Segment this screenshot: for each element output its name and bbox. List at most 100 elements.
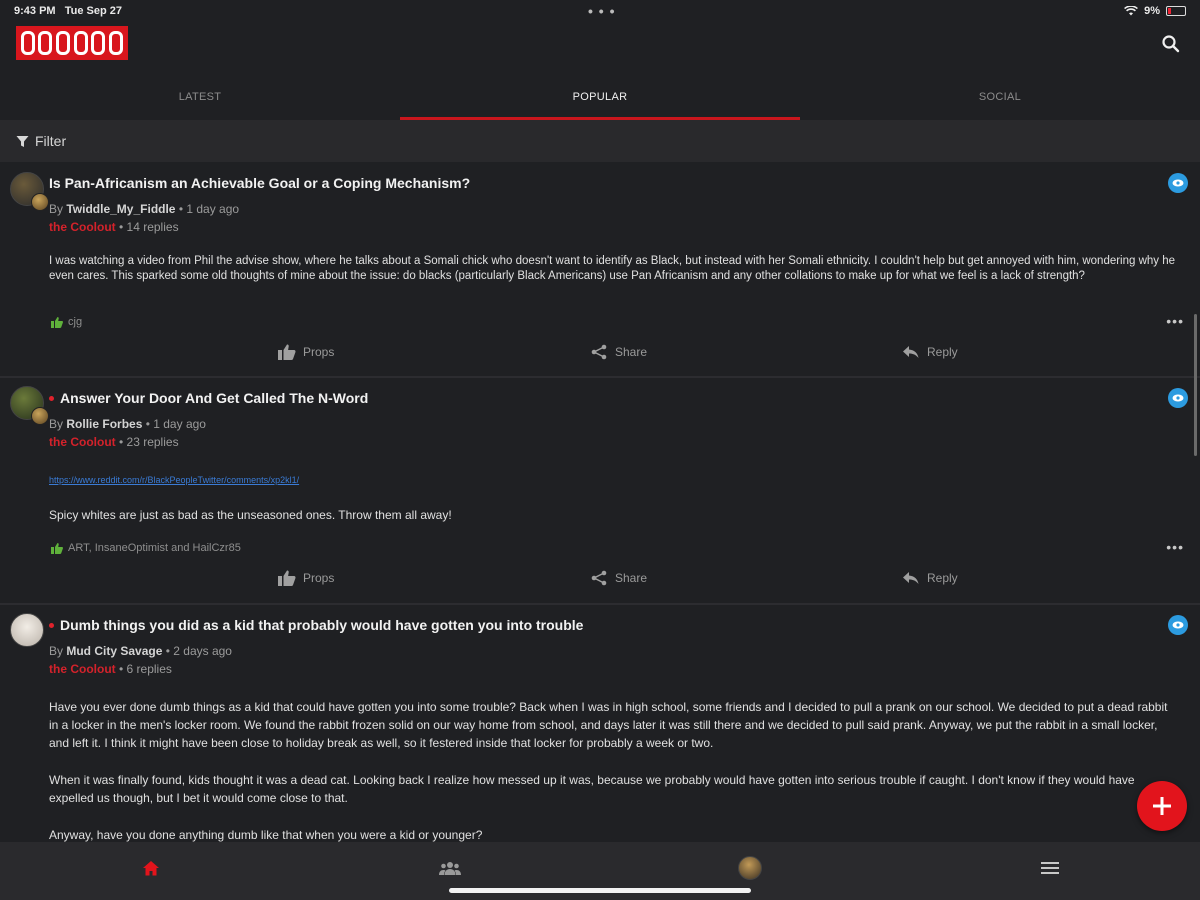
home-icon [143,861,159,876]
share-label: Share [615,345,648,359]
by-label: By [49,417,64,431]
avatar-badge [31,407,49,425]
status-date: Tue Sep 27 [64,5,123,17]
reply-count: • 14 replies [119,220,179,234]
logo-digit [38,31,53,55]
reply-count: • 23 replies [119,435,179,449]
props-line[interactable]: ART, InsaneOptimist and HailCzr85 [51,542,241,554]
tab-popular[interactable]: POPULAR [400,80,800,120]
eye-icon [1172,179,1184,187]
post-card[interactable]: Is Pan-Africanism an Achievable Goal or … [0,164,1200,378]
post-age: • 1 day ago [178,202,240,216]
group-name[interactable]: the Coolout [49,220,116,234]
more-options-button[interactable]: ••• [1166,539,1184,555]
post-title-text: Is Pan-Africanism an Achievable Goal or … [49,175,471,191]
share-label: Share [615,571,648,585]
unread-badge [1168,173,1188,193]
filter-label: Filter [35,133,67,149]
tab-social[interactable]: SOCIAL [800,80,1200,120]
post-actions: Props Share Reply [0,570,1200,594]
eye-icon [1172,621,1184,629]
post-body: Spicy whites are just as bad as the unse… [49,508,452,522]
thumbs-up-icon [51,316,63,328]
avatar[interactable] [10,613,44,647]
nav-menu[interactable] [1038,856,1062,880]
nav-groups[interactable] [438,856,462,880]
reply-label: Reply [927,345,958,359]
post-meta: By Rollie Forbes • 1 day ago [49,417,206,431]
nav-home[interactable] [139,856,163,880]
battery-percent: 9% [1144,5,1160,17]
post-card[interactable]: Dumb things you did as a kid that probab… [0,605,1200,842]
post-title[interactable]: Is Pan-Africanism an Achievable Goal or … [49,175,470,191]
share-button[interactable]: Share [590,570,647,586]
by-label: By [49,644,64,658]
post-title-text: Dumb things you did as a kid that probab… [60,617,584,633]
post-title[interactable]: Answer Your Door And Get Called The N-Wo… [49,390,368,406]
battery-icon [1166,6,1186,16]
post-actions: Props Share Reply [0,344,1200,368]
multitask-dots-icon[interactable]: • • • [588,3,615,19]
props-label: Props [303,345,335,359]
reply-icon [903,346,919,358]
post-title-text: Answer Your Door And Get Called The N-Wo… [60,390,369,406]
logo-digit [73,31,88,55]
avatar[interactable] [10,172,49,211]
search-icon [1162,35,1180,53]
wifi-icon [1124,6,1139,16]
hamburger-menu-icon [1041,862,1059,874]
props-button[interactable]: Props [278,570,334,586]
post-age: • 1 day ago [145,417,206,431]
reply-button[interactable]: Reply [902,570,958,586]
post-body-paragraph: Have you ever done dumb things as a kid … [49,700,1168,750]
reply-label: Reply [927,571,958,585]
props-users: cjg [68,316,83,328]
logo-digit [109,31,124,55]
share-button[interactable]: Share [590,344,647,360]
status-right: 9% [1124,5,1186,17]
props-users: ART, InsaneOptimist and HailCzr85 [68,542,241,554]
post-age: • 2 days ago [165,644,232,658]
props-button[interactable]: Props [278,344,334,360]
post-body: I was watching a video from Phil the adv… [49,255,1176,282]
share-icon [591,570,607,586]
scrollbar[interactable] [1194,314,1197,456]
post-meta: By Mud City Savage • 2 days ago [49,644,232,658]
by-label: By [49,202,64,216]
search-button[interactable] [1160,33,1182,55]
logo-digit [20,31,35,55]
more-options-button[interactable]: ••• [1166,313,1184,329]
post-title[interactable]: Dumb things you did as a kid that probab… [49,617,583,633]
post-feed[interactable]: Is Pan-Africanism an Achievable Goal or … [0,164,1200,842]
author-name[interactable]: Rollie Forbes [66,417,142,431]
post-card[interactable]: Answer Your Door And Get Called The N-Wo… [0,378,1200,605]
status-time: 9:43 PM Tue Sep 27 [14,5,122,17]
props-line[interactable]: cjg [51,316,82,328]
avatar [738,856,762,880]
reply-button[interactable]: Reply [902,344,958,360]
author-name[interactable]: Twiddle_My_Fiddle [66,202,175,216]
post-body-paragraph: Anyway, have you done anything dumb like… [49,828,483,842]
author-name[interactable]: Mud City Savage [66,644,162,658]
filter-button[interactable]: Filter [0,120,1200,162]
post-link[interactable]: https://www.reddit.com/r/BlackPeopleTwit… [49,475,299,485]
filter-icon [16,135,29,147]
group-name[interactable]: the Coolout [49,435,116,449]
post-group: the Coolout • 6 replies [49,662,172,676]
tab-latest[interactable]: LATEST [0,80,400,120]
nav-profile[interactable] [738,856,762,880]
home-indicator[interactable] [449,888,751,893]
share-icon [591,344,607,360]
group-name[interactable]: the Coolout [49,662,116,676]
props-label: Props [303,571,335,585]
app-logo[interactable] [16,26,128,60]
avatar[interactable] [10,386,49,425]
unread-dot [49,622,54,628]
logo-digit [56,31,71,55]
unread-dot [49,395,54,401]
avatar-badge [31,193,49,211]
feed-tabs: LATEST POPULAR SOCIAL [0,80,1200,120]
plus-icon [1153,797,1171,815]
new-post-button[interactable] [1137,781,1187,831]
post-meta: By Twiddle_My_Fiddle • 1 day ago [49,202,239,216]
